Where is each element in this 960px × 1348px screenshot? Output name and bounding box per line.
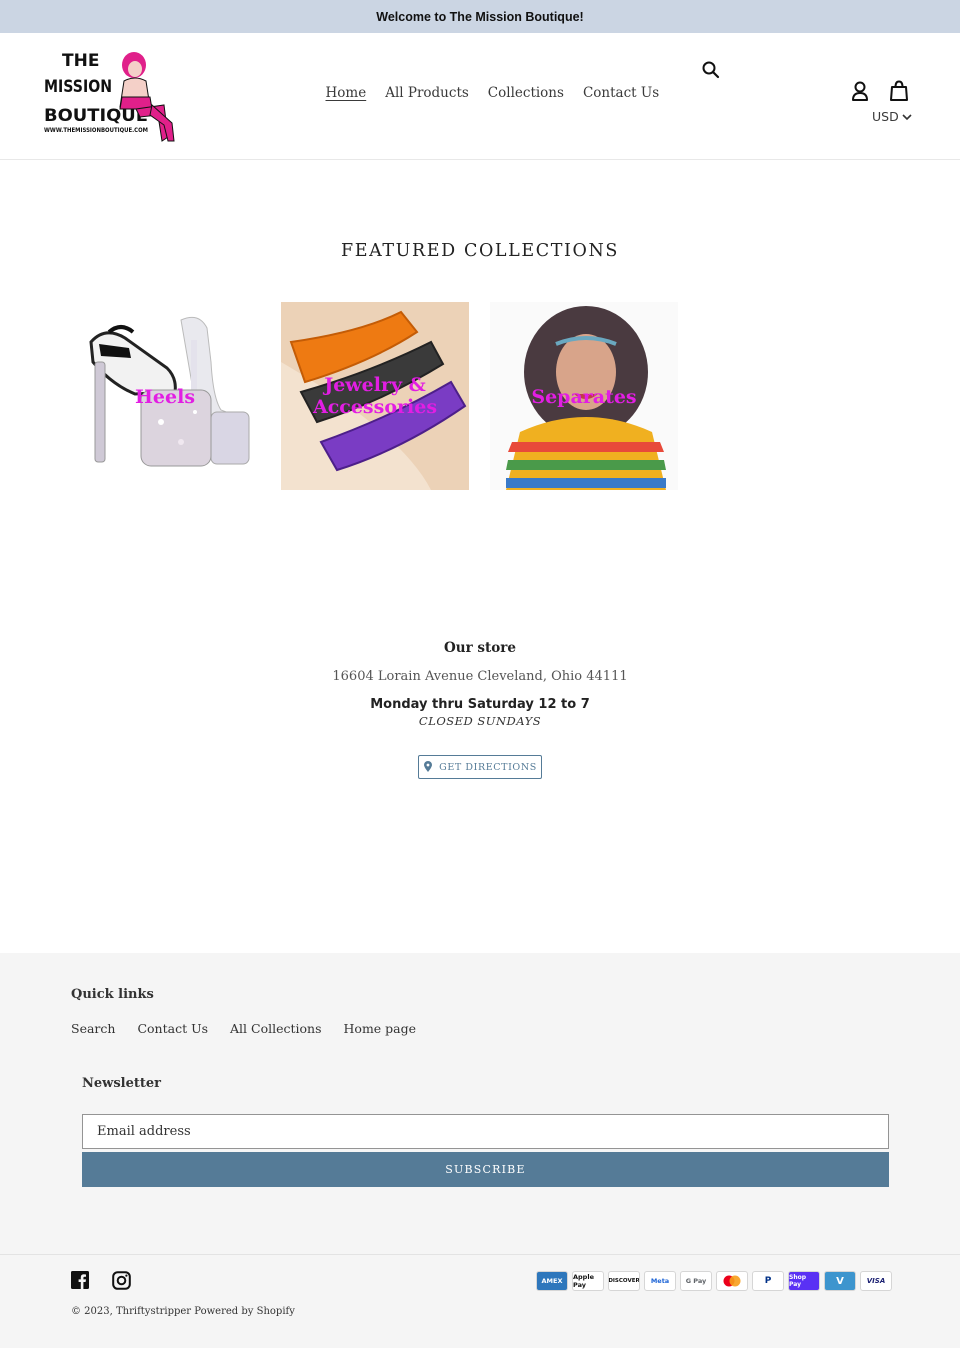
discover-icon: DISCOVER <box>608 1271 640 1291</box>
collection-card-jewelry[interactable]: Jewelry & Accessories <box>281 302 469 490</box>
nav-all-products[interactable]: All Products <box>376 85 479 101</box>
chevron-down-icon <box>902 113 912 120</box>
amex-icon: AMEX <box>536 1271 568 1291</box>
quick-links: Search Contact Us All Collections Home p… <box>71 1021 416 1036</box>
quick-links-title: Quick links <box>71 987 154 1002</box>
store-name-link[interactable]: Thriftystripper <box>116 1306 191 1317</box>
newsletter-email-input[interactable] <box>82 1114 889 1149</box>
instagram-icon[interactable] <box>112 1271 131 1290</box>
visa-icon: VISA <box>860 1271 892 1291</box>
nav-home[interactable]: Home <box>316 85 376 101</box>
svg-text:THE: THE <box>62 51 99 71</box>
nav-contact-us[interactable]: Contact Us <box>573 85 668 101</box>
announcement-bar: Welcome to The Mission Boutique! <box>0 0 960 33</box>
currency-value: USD <box>872 109 899 124</box>
shop-pay-icon: Shop Pay <box>788 1271 820 1291</box>
paypal-icon: P <box>752 1271 784 1291</box>
footer-link-home-page[interactable]: Home page <box>344 1021 417 1036</box>
collection-label: Jewelry & Accessories <box>312 374 438 418</box>
mastercard-icon <box>716 1271 748 1291</box>
store-closed-note: CLOSED SUNDAYS <box>418 714 542 728</box>
featured-collections-title: FEATURED COLLECTIONS <box>341 241 619 261</box>
facebook-icon[interactable] <box>71 1271 89 1289</box>
main-nav: Home All Products Collections Contact Us <box>316 85 669 101</box>
footer-link-all-collections[interactable]: All Collections <box>230 1021 322 1036</box>
mastercard-icon-circles <box>723 1275 741 1287</box>
account-icon[interactable] <box>849 80 871 104</box>
apple-pay-icon: Apple Pay <box>572 1271 604 1291</box>
svg-text:WWW.THEMISSIONBOUTIQUE.COM: WWW.THEMISSIONBOUTIQUE.COM <box>44 127 148 134</box>
map-pin-icon <box>424 761 433 772</box>
copyright: © 2023, Thriftystripper Powered by Shopi… <box>71 1306 295 1317</box>
collection-label: Separates <box>531 386 637 408</box>
store-info: Our store 16604 Lorain Avenue Cleveland,… <box>0 640 960 728</box>
payment-icons: AMEX Apple Pay DISCOVER Meta G Pay P Sho… <box>536 1271 892 1291</box>
store-hours: Monday thru Saturday 12 to 7 <box>370 697 590 712</box>
venmo-icon: V <box>824 1271 856 1291</box>
store-address: 16604 Lorain Avenue Cleveland, Ohio 4411… <box>332 669 628 684</box>
newsletter-title: Newsletter <box>82 1076 162 1091</box>
google-pay-icon: G Pay <box>680 1271 712 1291</box>
footer-link-search[interactable]: Search <box>71 1021 115 1036</box>
svg-text:MISSION: MISSION <box>44 77 112 97</box>
announcement-text: Welcome to The Mission Boutique! <box>376 9 584 24</box>
site-footer: Quick links Search Contact Us All Collec… <box>0 953 960 1348</box>
copyright-prefix: © 2023, <box>71 1306 113 1317</box>
collection-card-heels[interactable]: Heels <box>71 302 259 490</box>
store-title: Our store <box>444 640 516 656</box>
footer-divider <box>0 1254 960 1255</box>
site-header: THE MISSION BOUTIQUE WWW.THEMISSIONBOUTI… <box>0 33 960 160</box>
currency-selector[interactable]: USD <box>872 109 913 124</box>
search-icon[interactable] <box>700 59 722 81</box>
footer-link-contact-us[interactable]: Contact Us <box>137 1021 208 1036</box>
subscribe-button[interactable]: SUBSCRIBE <box>82 1152 889 1187</box>
collection-label: Heels <box>134 386 196 408</box>
get-directions-label: GET DIRECTIONS <box>439 761 537 773</box>
get-directions-button[interactable]: GET DIRECTIONS <box>418 755 542 779</box>
cart-icon[interactable] <box>888 79 910 103</box>
powered-by-link[interactable]: Powered by Shopify <box>194 1306 295 1317</box>
collection-card-separates[interactable]: Separates <box>490 302 678 490</box>
store-logo[interactable]: THE MISSION BOUTIQUE WWW.THEMISSIONBOUTI… <box>40 45 176 145</box>
nav-collections[interactable]: Collections <box>478 85 573 101</box>
meta-pay-icon: Meta <box>644 1271 676 1291</box>
